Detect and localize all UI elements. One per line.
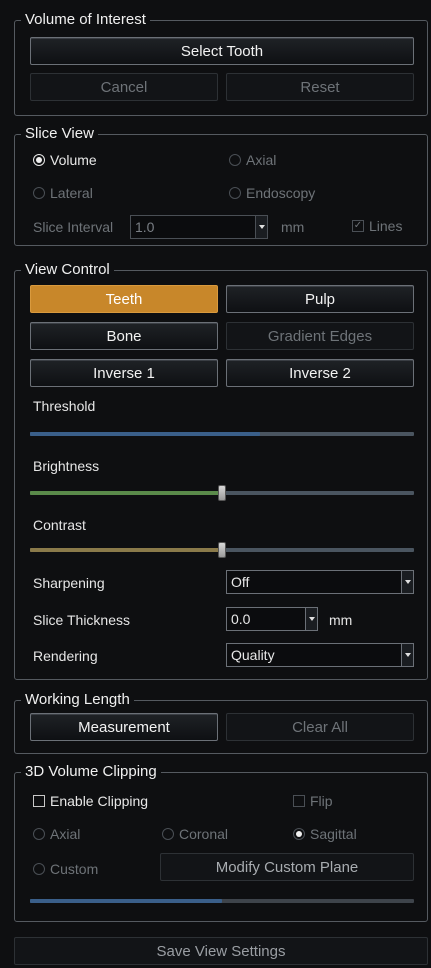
brightness-label: Brightness xyxy=(33,458,100,474)
contrast-label: Contrast xyxy=(33,517,86,533)
radio-endoscopy-label: Endoscopy xyxy=(246,185,316,201)
clip-position-slider[interactable] xyxy=(30,899,414,903)
clip-position-slider-fill xyxy=(30,899,222,903)
flip-label: Flip xyxy=(310,793,333,809)
threshold-slider-fill xyxy=(30,432,261,436)
chevron-down-icon[interactable] xyxy=(255,216,267,238)
select-tooth-button[interactable]: Select Tooth xyxy=(30,37,414,65)
chevron-down-icon[interactable] xyxy=(401,571,413,593)
slice-thickness-combo[interactable]: 0.0 xyxy=(226,607,318,631)
clip-radio-axial[interactable]: Axial xyxy=(33,825,80,843)
radio-endoscopy[interactable]: Endoscopy xyxy=(229,184,315,202)
clip-radio-sagittal[interactable]: Sagittal xyxy=(293,825,357,843)
clip-radio-axial-label: Axial xyxy=(50,826,81,842)
brightness-slider[interactable] xyxy=(30,485,414,501)
radio-dot xyxy=(293,828,305,840)
clipping-group: 3D Volume Clipping Enable Clipping Flip … xyxy=(14,762,428,922)
bone-button[interactable]: Bone xyxy=(30,322,218,350)
enable-clipping-label: Enable Clipping xyxy=(50,793,149,809)
contrast-slider-fill xyxy=(30,548,222,552)
pulp-button[interactable]: Pulp xyxy=(226,285,414,313)
slice-view-title: Slice View xyxy=(21,124,98,144)
radio-axial-label: Axial xyxy=(246,152,277,168)
radio-dot xyxy=(33,828,45,840)
flip-checkbox[interactable]: Flip xyxy=(293,793,333,809)
slice-view-group: Slice View Volume Axial Lateral Endoscop… xyxy=(14,124,428,246)
reset-button[interactable]: Reset xyxy=(226,73,414,101)
lines-checkbox[interactable]: ✓ Lines xyxy=(352,218,402,234)
clip-radio-sagittal-label: Sagittal xyxy=(310,826,357,842)
view-control-group: View Control Teeth Pulp Bone Gradient Ed… xyxy=(14,260,428,680)
sharpening-combo[interactable]: Off xyxy=(226,570,414,594)
radio-volume-label: Volume xyxy=(50,152,97,168)
clip-radio-custom-label: Custom xyxy=(50,861,99,877)
radio-volume[interactable]: Volume xyxy=(33,151,97,169)
checkbox-box xyxy=(33,795,45,807)
clipping-title: 3D Volume Clipping xyxy=(21,762,161,782)
slice-interval-unit: mm xyxy=(281,219,305,235)
radio-dot xyxy=(162,828,174,840)
save-view-settings-button[interactable]: Save View Settings xyxy=(14,937,428,965)
modify-custom-plane-button[interactable]: Modify Custom Plane xyxy=(160,853,414,881)
chevron-down-icon[interactable] xyxy=(305,608,317,630)
slice-thickness-label: Slice Thickness xyxy=(33,612,131,628)
checkbox-box xyxy=(293,795,305,807)
enable-clipping-checkbox[interactable]: Enable Clipping xyxy=(33,793,148,809)
radio-dot xyxy=(33,187,45,199)
radio-lateral-label: Lateral xyxy=(50,185,93,201)
slice-interval-label: Slice Interval xyxy=(33,219,114,235)
contrast-slider-handle[interactable] xyxy=(218,542,226,558)
clip-radio-custom[interactable]: Custom xyxy=(33,860,98,878)
contrast-slider[interactable] xyxy=(30,542,414,558)
measurement-button[interactable]: Measurement xyxy=(30,713,218,741)
radio-lateral[interactable]: Lateral xyxy=(33,184,93,202)
check-icon: ✓ xyxy=(352,220,364,232)
voi-group: Volume of Interest Select Tooth Cancel R… xyxy=(14,10,428,116)
voi-title: Volume of Interest xyxy=(21,10,150,30)
rendering-combo[interactable]: Quality xyxy=(226,643,414,667)
teeth-button[interactable]: Teeth xyxy=(30,285,218,313)
lines-label: Lines xyxy=(369,218,403,234)
working-length-group: Working Length Measurement Clear All xyxy=(14,690,428,754)
slice-thickness-value: 0.0 xyxy=(231,611,251,627)
view-control-title: View Control xyxy=(21,260,114,280)
working-length-title: Working Length xyxy=(21,690,134,710)
radio-dot xyxy=(33,863,45,875)
threshold-label: Threshold xyxy=(33,398,96,414)
rendering-label: Rendering xyxy=(33,648,98,664)
rendering-value: Quality xyxy=(231,647,275,663)
slice-interval-combo[interactable]: 1.0 xyxy=(130,215,268,239)
chevron-down-icon[interactable] xyxy=(401,644,413,666)
sharpening-label: Sharpening xyxy=(33,575,105,591)
clip-radio-coronal[interactable]: Coronal xyxy=(162,825,228,843)
radio-dot xyxy=(229,187,241,199)
radio-axial[interactable]: Axial xyxy=(229,151,276,169)
sharpening-value: Off xyxy=(231,574,250,590)
gradient-edges-button[interactable]: Gradient Edges xyxy=(226,322,414,350)
radio-dot xyxy=(33,154,45,166)
brightness-slider-fill xyxy=(30,491,222,495)
slice-thickness-unit: mm xyxy=(329,612,353,628)
clip-radio-coronal-label: Coronal xyxy=(179,826,229,842)
cancel-button[interactable]: Cancel xyxy=(30,73,218,101)
clear-all-button[interactable]: Clear All xyxy=(226,713,414,741)
inverse2-button[interactable]: Inverse 2 xyxy=(226,359,414,387)
inverse1-button[interactable]: Inverse 1 xyxy=(30,359,218,387)
radio-dot xyxy=(229,154,241,166)
brightness-slider-handle[interactable] xyxy=(218,485,226,501)
threshold-slider[interactable] xyxy=(30,432,414,436)
slice-interval-value: 1.0 xyxy=(135,219,155,235)
